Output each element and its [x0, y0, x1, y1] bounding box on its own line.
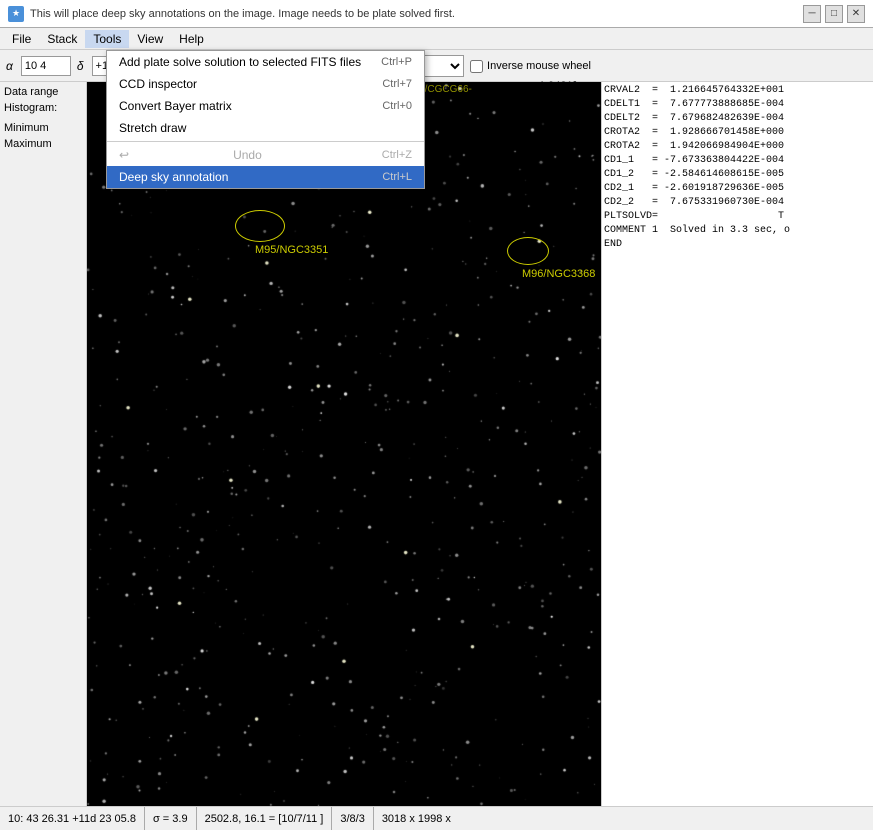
- status-dimensions-text: 3018 x 1998 x: [382, 813, 451, 825]
- inverse-mouse-wheel-checkbox[interactable]: [470, 60, 483, 73]
- fits-line: PLTSOLVD= T: [604, 210, 871, 224]
- menu-tools[interactable]: Tools: [85, 30, 129, 48]
- fits-line: CD2_2 = 7.675331960730E-004: [604, 196, 871, 210]
- menu-separator: [107, 141, 424, 142]
- status-sigma-text: σ = 3.9: [153, 813, 188, 825]
- title-text: This will place deep sky annotations on …: [30, 8, 803, 20]
- minimum-label: Minimum: [4, 122, 82, 134]
- status-coords-text: 10: 43 26.31 +11d 23 05.8: [8, 813, 136, 825]
- alpha-label: α: [6, 59, 13, 73]
- menu-file[interactable]: File: [4, 30, 39, 48]
- star-field-canvas: [87, 82, 601, 806]
- histogram-label: Histogram:: [4, 102, 82, 114]
- fits-line: COMMENT 1 Solved in 3.3 sec, o: [604, 224, 871, 238]
- menu-bar: File Stack Tools View Help Add plate sol…: [0, 28, 873, 50]
- app-icon: ★: [8, 6, 24, 22]
- deep-sky-label: Deep sky annotation: [119, 170, 228, 184]
- ccd-inspector-shortcut: Ctrl+7: [382, 78, 412, 90]
- status-dimensions: 3018 x 1998 x: [374, 807, 459, 830]
- status-coords: 10: 43 26.31 +11d 23 05.8: [0, 807, 145, 830]
- stretch-draw-label: Stretch draw: [119, 121, 186, 135]
- status-position: 2502.8, 16.1 = [10/7/11 ]: [197, 807, 333, 830]
- undo-shortcut: Ctrl+Z: [382, 149, 412, 161]
- fits-line: CROTA2 = 1.928666701458E+000: [604, 126, 871, 140]
- fits-line: CD2_1 = -2.601918729636E-005: [604, 182, 871, 196]
- fits-line: CDELT2 = 7.679682482639E-004: [604, 112, 871, 126]
- menu-undo[interactable]: ↩ Undo Ctrl+Z: [107, 144, 424, 166]
- menu-ccd-inspector[interactable]: CCD inspector Ctrl+7: [107, 73, 424, 95]
- maximize-button[interactable]: □: [825, 5, 843, 23]
- data-range-label: Data range: [4, 86, 82, 98]
- menu-help[interactable]: Help: [171, 30, 212, 48]
- fits-line: CD1_1 = -7.673363804422E-004: [604, 154, 871, 168]
- status-bar: 10: 43 26.31 +11d 23 05.8 σ = 3.9 2502.8…: [0, 806, 873, 830]
- convert-bayer-shortcut: Ctrl+0: [382, 100, 412, 112]
- undo-label: Undo: [233, 148, 262, 162]
- maximum-label: Maximum: [4, 138, 82, 150]
- deep-sky-shortcut: Ctrl+L: [382, 171, 412, 183]
- menu-convert-bayer[interactable]: Convert Bayer matrix Ctrl+0: [107, 95, 424, 117]
- alpha-input[interactable]: [21, 56, 71, 76]
- status-sigma: σ = 3.9: [145, 807, 197, 830]
- convert-bayer-label: Convert Bayer matrix: [119, 99, 232, 113]
- close-button[interactable]: ✕: [847, 5, 865, 23]
- menu-plate-solve[interactable]: Add plate solve solution to selected FIT…: [107, 51, 424, 73]
- fits-line: CDELT1 = 7.677773888685E-004: [604, 98, 871, 112]
- inverse-mouse-wheel-row: Inverse mouse wheel: [470, 60, 591, 73]
- status-position-text: 2502.8, 16.1 = [10/7/11 ]: [205, 813, 324, 825]
- fits-line: CRVAL2 = 1.216645764332E+001: [604, 84, 871, 98]
- inverse-mouse-wheel-label: Inverse mouse wheel: [487, 60, 591, 72]
- tools-dropdown: Add plate solve solution to selected FIT…: [106, 50, 425, 189]
- main-area: Data range Histogram: Minimum Maximum M9…: [0, 82, 873, 806]
- menu-stretch-draw[interactable]: Stretch draw: [107, 117, 424, 139]
- menu-view[interactable]: View: [129, 30, 171, 48]
- minimize-button[interactable]: ─: [803, 5, 821, 23]
- ccd-inspector-label: CCD inspector: [119, 77, 197, 91]
- delta-label: δ: [77, 59, 84, 73]
- fits-line: CD1_2 = -2.584614608615E-005: [604, 168, 871, 182]
- plate-solve-label: Add plate solve solution to selected FIT…: [119, 55, 361, 69]
- plate-solve-shortcut: Ctrl+P: [381, 56, 412, 68]
- image-area[interactable]: M95/NGC3351 M96/NGC3368 IC643/PGC32392 I…: [87, 82, 601, 806]
- fits-lines: CRVAL2 = 1.216645764332E+001CDELT1 = 7.6…: [604, 84, 871, 252]
- status-page-text: 3/8/3: [340, 813, 364, 825]
- fits-line: CROTA2 = 1.942066984904E+000: [604, 140, 871, 154]
- left-panel: Data range Histogram: Minimum Maximum: [0, 82, 87, 806]
- window-controls: ─ □ ✕: [803, 5, 865, 23]
- undo-icon: ↩: [119, 148, 129, 162]
- fits-line: END: [604, 238, 871, 252]
- fits-header-panel[interactable]: CRVAL2 = 1.216645764332E+001CDELT1 = 7.6…: [601, 82, 873, 806]
- status-page: 3/8/3: [332, 807, 373, 830]
- menu-deep-sky[interactable]: Deep sky annotation Ctrl+L: [107, 166, 424, 188]
- title-bar: ★ This will place deep sky annotations o…: [0, 0, 873, 28]
- menu-stack[interactable]: Stack: [39, 30, 85, 48]
